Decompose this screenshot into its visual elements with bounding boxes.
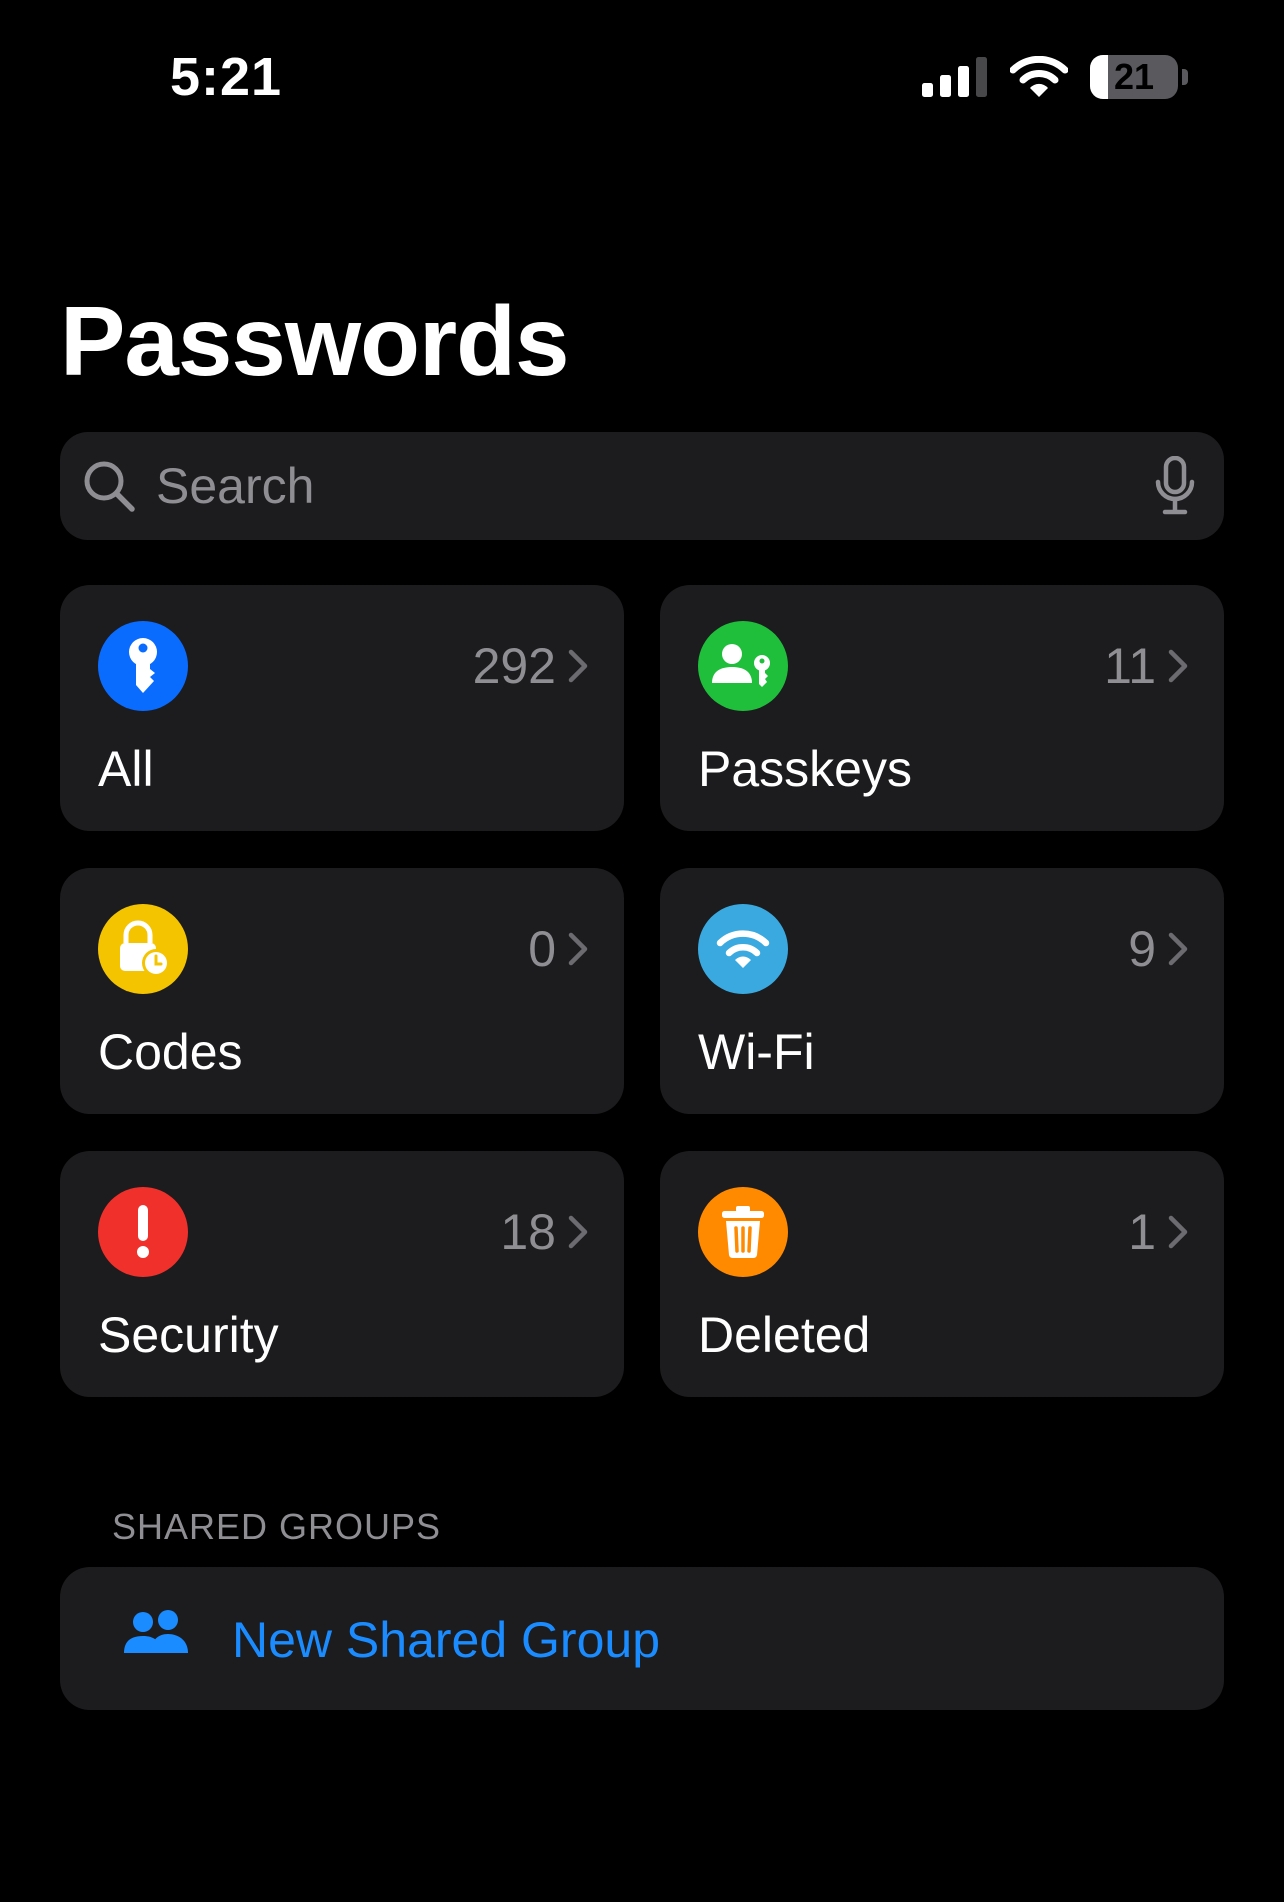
exclamation-icon — [98, 1187, 188, 1277]
status-icons: 21 — [922, 52, 1188, 102]
person-key-icon — [698, 621, 788, 711]
section-header-shared-groups: SHARED GROUPS — [112, 1506, 442, 1547]
tile-label: Passkeys — [698, 741, 912, 797]
people-icon — [124, 1610, 188, 1653]
category-tile-codes[interactable]: 0 Codes — [60, 868, 624, 1114]
chevron-right-icon — [1168, 932, 1188, 966]
tile-label: Security — [98, 1307, 279, 1363]
tile-label: Deleted — [698, 1307, 871, 1363]
search-input[interactable] — [156, 432, 1156, 540]
search-icon — [84, 461, 135, 512]
category-tile-deleted[interactable]: 1 Deleted — [660, 1151, 1224, 1397]
chevron-right-icon — [568, 932, 588, 966]
trash-icon — [698, 1187, 788, 1277]
category-tile-all[interactable]: 292 All — [60, 585, 624, 831]
category-tile-wifi[interactable]: 9 Wi-Fi — [660, 868, 1224, 1114]
lock-clock-icon — [98, 904, 188, 994]
key-icon — [98, 621, 188, 711]
tile-count: 292 — [472, 638, 556, 694]
chevron-right-icon — [1168, 649, 1188, 683]
wifi-icon — [698, 904, 788, 994]
tile-count: 1 — [1128, 1204, 1156, 1260]
cellular-signal-icon — [922, 57, 987, 97]
category-tile-passkeys[interactable]: 11 Passkeys — [660, 585, 1224, 831]
chevron-right-icon — [568, 1215, 588, 1249]
tile-count: 9 — [1128, 921, 1156, 977]
tile-label: Codes — [98, 1024, 243, 1080]
category-tile-security[interactable]: 18 Security — [60, 1151, 624, 1397]
tile-label: All — [98, 741, 154, 797]
tile-count: 18 — [500, 1204, 556, 1260]
search-bar[interactable] — [60, 432, 1224, 540]
new-shared-group-button[interactable]: New Shared Group — [60, 1567, 1224, 1710]
tile-count: 0 — [528, 921, 556, 977]
status-bar: 5:21 21 — [0, 0, 1284, 150]
chevron-right-icon — [568, 649, 588, 683]
category-grid: 292 All 11 Passkeys 0 Codes 9 Wi-Fi 18 S… — [60, 585, 1224, 1397]
tile-label: Wi-Fi — [698, 1024, 815, 1080]
status-time: 5:21 — [170, 47, 283, 107]
battery-cap — [1182, 69, 1188, 85]
chevron-right-icon — [1168, 1215, 1188, 1249]
page-title: Passwords — [60, 286, 569, 396]
tile-count: 11 — [1104, 638, 1156, 694]
battery-icon: 21 — [1090, 55, 1178, 99]
wifi-icon — [1010, 56, 1068, 97]
microphone-icon[interactable] — [1154, 456, 1196, 516]
battery-level: 21 — [1113, 56, 1155, 97]
new-shared-group-label: New Shared Group — [232, 1612, 661, 1668]
